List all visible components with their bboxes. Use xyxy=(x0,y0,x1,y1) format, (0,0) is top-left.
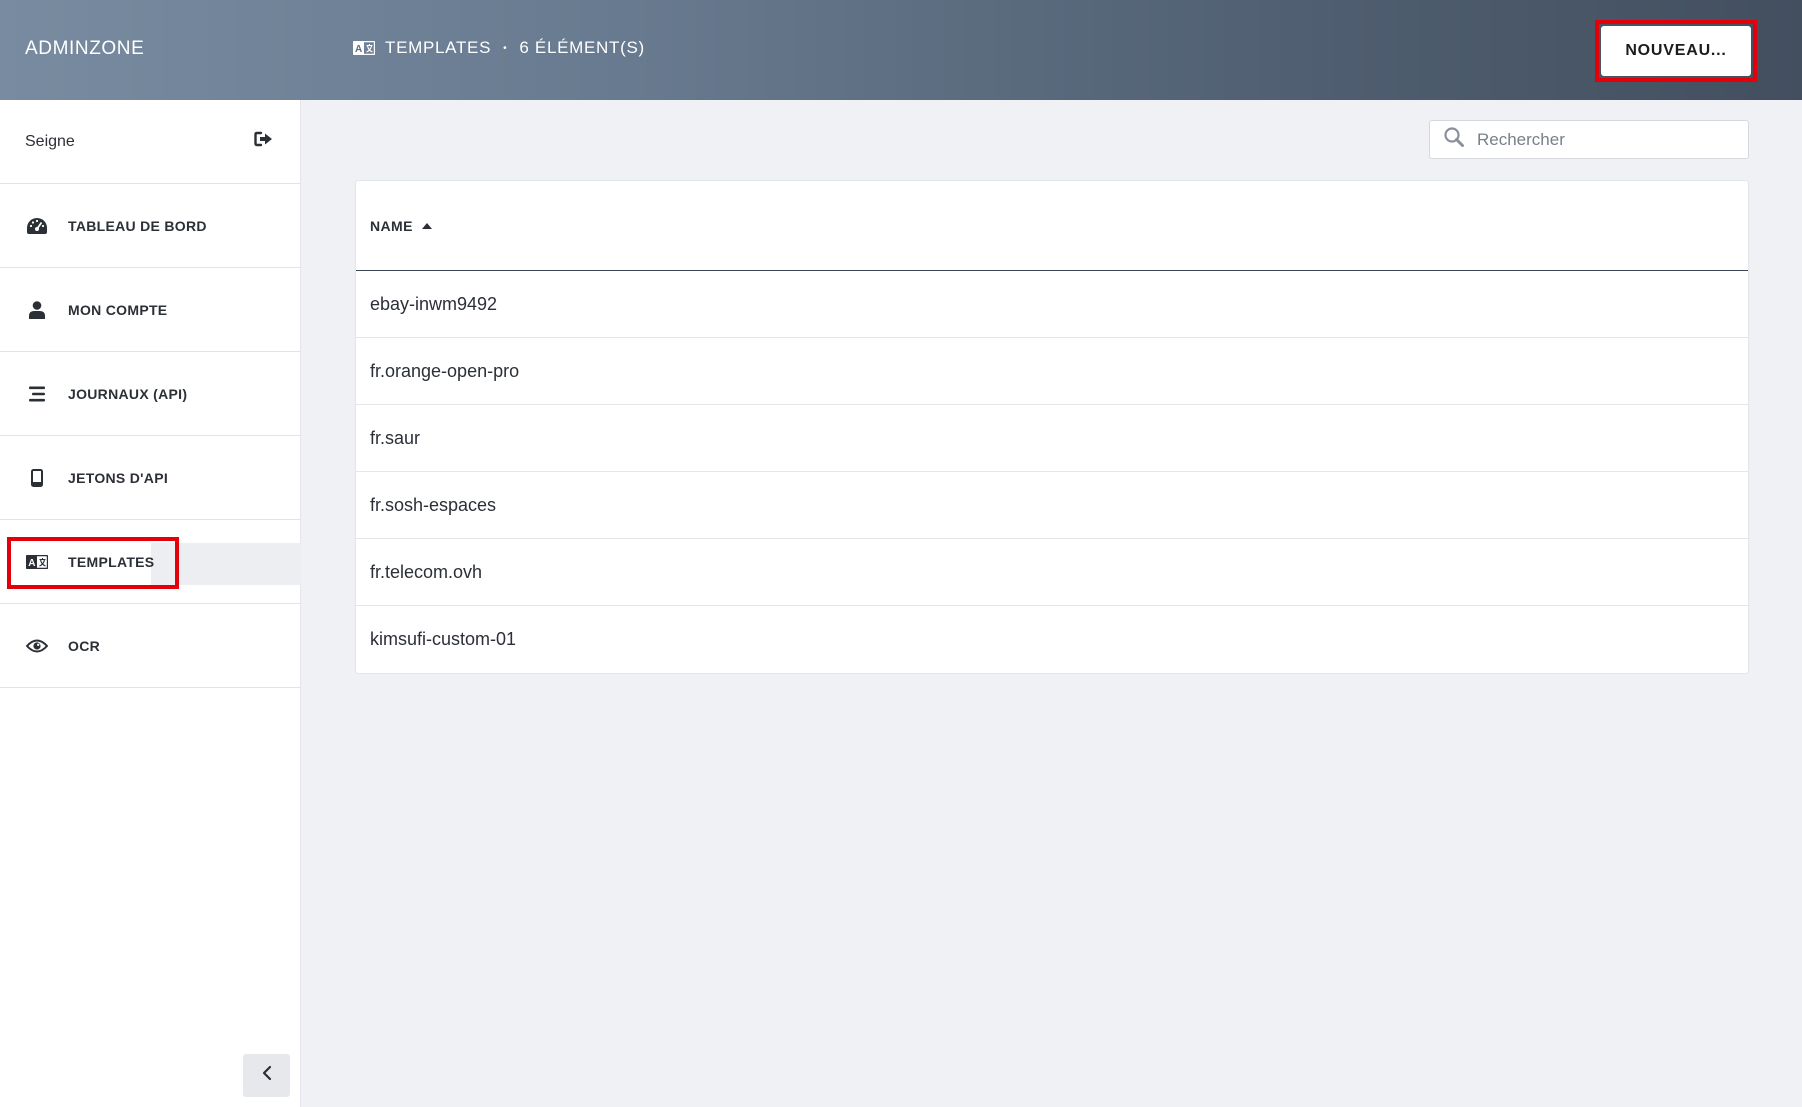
column-header-name[interactable]: NAME xyxy=(370,218,413,234)
template-name: fr.sosh-espaces xyxy=(370,494,497,515)
table-row[interactable]: fr.sosh-espaces xyxy=(356,472,1748,539)
sidebar-item-label: MON COMPTE xyxy=(68,301,168,318)
table-row[interactable]: fr.telecom.ovh xyxy=(356,539,1748,606)
user-row: Seigne xyxy=(0,100,300,184)
chevron-left-icon xyxy=(262,1065,272,1086)
sidebar-item-ocr[interactable]: OCR xyxy=(0,604,300,688)
top-bar: ADMINZONE A TEMPLATES • 6 ÉLÉMENT(S) NOU… xyxy=(0,0,1802,100)
dashboard-icon xyxy=(26,217,48,235)
sidebar-item-logs[interactable]: JOURNAUX (API) xyxy=(0,352,300,436)
sort-ascending-icon[interactable] xyxy=(421,222,432,229)
new-button-highlight: NOUVEAU... xyxy=(1595,20,1757,82)
sidebar-item-label: TEMPLATES xyxy=(68,553,155,570)
template-name: fr.saur xyxy=(370,427,421,448)
search-input[interactable] xyxy=(1477,129,1737,150)
mobile-icon xyxy=(26,468,48,487)
sidebar-item-dashboard[interactable]: TABLEAU DE BORD xyxy=(0,184,300,268)
sidebar-item-api-tokens[interactable]: JETONS D'API xyxy=(0,436,300,520)
language-icon: A xyxy=(26,554,48,569)
table-row[interactable]: fr.orange-open-pro xyxy=(356,338,1748,405)
breadcrumb-separator: • xyxy=(503,42,508,54)
user-name: Seigne xyxy=(25,132,75,150)
sidebar-item-label: JETONS D'API xyxy=(68,469,169,486)
search-box xyxy=(1429,120,1749,159)
sidebar: Seigne TABLEAU DE BORD MON COMPTE JOURNA… xyxy=(0,100,301,1107)
sidebar-item-account[interactable]: MON COMPTE xyxy=(0,268,300,352)
eye-icon xyxy=(26,639,48,653)
item-count: 6 ÉLÉMENT(S) xyxy=(519,38,645,57)
svg-text:A: A xyxy=(28,558,36,569)
page-title: TEMPLATES xyxy=(385,38,492,57)
language-icon: A xyxy=(353,41,375,55)
template-name: kimsufi-custom-01 xyxy=(370,629,517,649)
table-header: NAME xyxy=(356,181,1748,271)
table-row[interactable]: ebay-inwm9492 xyxy=(356,271,1748,338)
sidebar-item-label: TABLEAU DE BORD xyxy=(68,217,207,234)
logout-icon[interactable] xyxy=(254,131,273,152)
template-name: fr.orange-open-pro xyxy=(370,360,520,381)
user-icon xyxy=(26,300,48,319)
brand-title[interactable]: ADMINZONE xyxy=(25,38,144,60)
collapse-sidebar-button[interactable] xyxy=(243,1054,290,1097)
template-name: ebay-inwm9492 xyxy=(370,293,498,314)
svg-text:A: A xyxy=(355,44,363,55)
breadcrumb: A TEMPLATES • 6 ÉLÉMENT(S) xyxy=(353,38,645,58)
search-icon xyxy=(1443,126,1465,153)
sidebar-item-templates[interactable]: A TEMPLATES xyxy=(0,520,301,604)
new-button[interactable]: NOUVEAU... xyxy=(1601,26,1751,76)
table-row[interactable]: kimsufi-custom-01 xyxy=(356,606,1748,673)
templates-table: NAME ebay-inwm9492 fr.orange-open-pro fr… xyxy=(355,180,1749,674)
table-row[interactable]: fr.saur xyxy=(356,405,1748,472)
list-icon xyxy=(26,386,48,402)
template-name: fr.telecom.ovh xyxy=(370,561,483,582)
sidebar-item-label: OCR xyxy=(68,637,101,654)
sidebar-item-label: JOURNAUX (API) xyxy=(68,385,188,402)
